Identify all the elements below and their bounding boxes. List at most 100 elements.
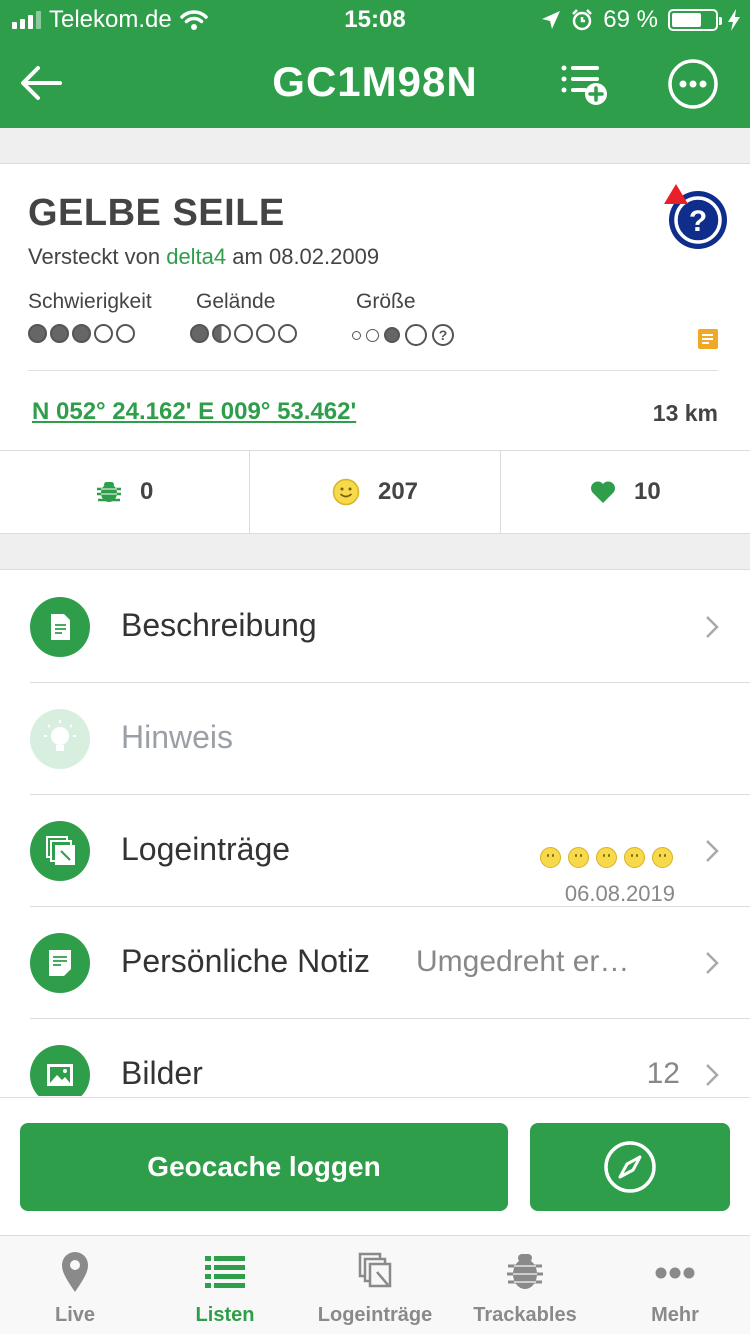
tab-live[interactable]: Live [0, 1236, 150, 1334]
rating-dot [190, 324, 209, 343]
rating-dot [116, 324, 135, 343]
note-icon [698, 329, 718, 349]
lightbulb-icon [30, 709, 90, 769]
distance: 13 km [652, 400, 718, 426]
chevron-right-icon [706, 952, 719, 974]
menu-item-personal-note[interactable]: Persönliche Notiz Umgedreht er… [0, 907, 750, 1019]
menu-item-images[interactable]: Bilder 12 [0, 1019, 750, 1096]
cache-name: GELBE SEILE [28, 192, 285, 234]
trackables-stat[interactable]: 0 [0, 451, 251, 533]
difficulty-rating: Schwierigkeit [28, 290, 152, 343]
status-right: 69 % [541, 6, 740, 34]
trackables-count: 0 [139, 478, 154, 505]
chevron-right-icon [706, 840, 719, 862]
rating-dot [234, 324, 253, 343]
size-dot [405, 324, 427, 346]
section-spacer [0, 128, 750, 164]
size-rating: Größe ? [352, 290, 454, 346]
size-dot [384, 327, 400, 343]
menu-label: Logeinträge [121, 831, 291, 867]
location-arrow-icon [542, 11, 561, 29]
tab-trackables[interactable]: Trackables [450, 1236, 600, 1334]
more-options-icon[interactable] [667, 58, 719, 110]
finds-count: 207 [377, 478, 419, 505]
top-bar: Telekom.de 15:08 69 % GC1M98N [0, 0, 750, 128]
charging-icon [728, 9, 740, 31]
hidden-by-line: Versteckt von delta4 am 08.02.2009 [28, 244, 379, 270]
cache-info-card: GELBE SEILE Versteckt von delta4 am 08.0… [0, 164, 750, 450]
owner-link[interactable]: delta4 [166, 244, 226, 269]
heart-icon [590, 481, 615, 503]
tab-label: Live [54, 1304, 96, 1326]
difficulty-dots [28, 324, 152, 343]
tab-more[interactable]: Mehr [600, 1236, 750, 1334]
navigate-button[interactable] [530, 1123, 730, 1211]
menu-item-description[interactable]: Beschreibung [0, 571, 750, 683]
last-log-date: 06.08.2019 [564, 881, 675, 906]
personal-note-preview: Umgedreht er… [416, 945, 630, 978]
rating-dot [50, 324, 69, 343]
size-unknown-icon: ? [432, 324, 454, 346]
page-title: GC1M98N [272, 58, 478, 105]
favorites-count: 10 [633, 478, 661, 505]
menu-item-logs[interactable]: Logeinträge 06.08.2019 [0, 795, 750, 907]
found-smiley-icon [540, 847, 561, 868]
add-to-list-icon[interactable] [556, 58, 612, 108]
menu-label: Hinweis [121, 719, 234, 755]
action-bar: Geocache loggen [0, 1097, 750, 1235]
chevron-right-icon [706, 616, 719, 638]
personal-note-icon [30, 933, 90, 993]
hidden-prefix: Versteckt von [28, 244, 161, 269]
rating-dot [212, 324, 231, 343]
tab-lists[interactable]: Listen [150, 1236, 300, 1334]
alarm-icon [572, 9, 593, 31]
found-smiley-icon [596, 847, 617, 868]
bug-icon [507, 1254, 543, 1289]
pin-icon [62, 1252, 88, 1292]
size-label: Größe [356, 290, 416, 313]
menu-label: Beschreibung [121, 607, 317, 643]
stats-row: 0 207 10 [0, 450, 750, 534]
coordinates-link[interactable]: N 052° 24.162' E 009° 53.462' [32, 398, 356, 426]
rating-dot [28, 324, 47, 343]
recent-logs-smileys [540, 847, 673, 868]
tab-bar: Live Listen Logeinträge Trackables Mehr [0, 1235, 750, 1334]
section-spacer [0, 534, 750, 570]
rating-dot [72, 324, 91, 343]
size-dot [366, 328, 379, 342]
log-geocache-button[interactable]: Geocache loggen [20, 1123, 508, 1211]
date-prefix: am [232, 244, 263, 269]
menu-item-hint: Hinweis [0, 683, 750, 795]
bug-icon [96, 482, 121, 502]
rating-dot [256, 324, 275, 343]
favorites-stat[interactable]: 10 [501, 451, 750, 533]
tab-label: Listen [195, 1304, 255, 1326]
tab-label: Logeinträge [317, 1304, 433, 1326]
found-smiley-icon [652, 847, 673, 868]
more-icon [655, 1267, 695, 1279]
finds-stat[interactable]: 207 [250, 451, 501, 533]
status-bar: Telekom.de 15:08 69 % [0, 0, 750, 40]
rating-dot [278, 324, 297, 343]
smiley-icon [332, 478, 360, 506]
battery-icon [668, 9, 722, 31]
menu-label: Bilder [121, 1055, 203, 1091]
battery-percent: 69 % [603, 6, 658, 33]
images-count: 12 [646, 1057, 680, 1090]
compass-icon [604, 1141, 656, 1193]
terrain-label: Gelände [196, 290, 276, 313]
detail-menu: Beschreibung Hinweis Logeinträge 06.08.2… [0, 571, 750, 1096]
terrain-rating: Gelände [190, 290, 297, 343]
hidden-date: 08.02.2009 [268, 244, 380, 269]
chevron-right-icon [706, 1064, 719, 1086]
found-smiley-icon [624, 847, 645, 868]
divider [28, 370, 718, 371]
tab-logs[interactable]: Logeinträge [300, 1236, 450, 1334]
size-dots: ? [352, 324, 454, 346]
logs-icon [30, 821, 90, 881]
nav-bar: GC1M98N [0, 40, 750, 128]
svg-text:?: ? [689, 205, 707, 238]
tab-label: Trackables [473, 1304, 577, 1326]
rating-dot [94, 324, 113, 343]
logs-icon [358, 1252, 392, 1288]
